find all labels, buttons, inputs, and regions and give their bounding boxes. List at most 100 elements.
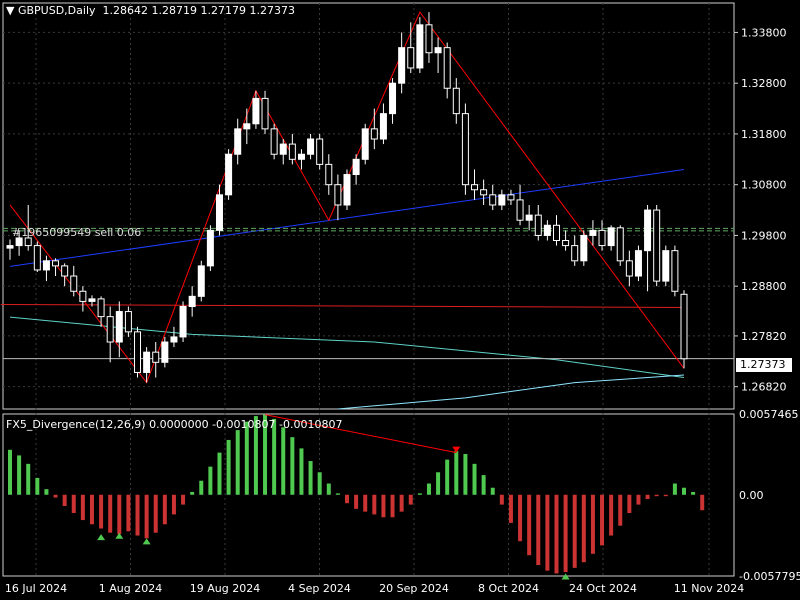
oscillator-bar <box>463 454 468 495</box>
oscillator-bar <box>399 494 404 512</box>
price-tick-label: 1.33800 <box>741 26 787 39</box>
oscillator-bar <box>408 494 413 505</box>
oscillator-bar <box>490 487 495 495</box>
candle-body <box>680 293 688 360</box>
candle-body <box>370 128 378 140</box>
oscillator-bar <box>654 494 659 497</box>
candle-body <box>297 153 305 160</box>
ohlc-values: 1.28642 1.28719 1.27179 1.27373 <box>102 4 295 17</box>
candle-body <box>270 128 278 155</box>
oscillator-bar <box>581 494 586 563</box>
oscillator-bar <box>545 494 550 571</box>
oscillator-bar <box>600 494 605 546</box>
order-label: #1965099549 sell 0.06 <box>12 226 142 239</box>
indicator-label: FX5_Divergence(12,26,9) 0.0000000 -0.001… <box>6 418 343 431</box>
current-price-tag: 1.27373 <box>736 358 792 372</box>
candle-body <box>507 194 515 201</box>
candle-body <box>70 275 78 292</box>
oscillator-bar <box>508 494 513 523</box>
oscillator-bar <box>290 437 295 495</box>
oscillator-bar <box>308 461 313 495</box>
candle-body <box>589 229 597 236</box>
price-tick-label: 1.28800 <box>741 280 787 293</box>
oscillator-bar <box>381 494 386 518</box>
candle-body <box>97 298 105 318</box>
oscillator-bar <box>454 451 459 495</box>
oscillator-bar <box>354 494 359 509</box>
oscillator-bar <box>554 494 559 574</box>
candle-body <box>452 87 460 115</box>
candle-body <box>206 229 214 267</box>
dropdown-triangle-icon[interactable]: ▼ <box>6 4 14 17</box>
candle-body <box>197 265 205 297</box>
candle-body <box>152 351 160 363</box>
oscillator-bar <box>8 449 12 495</box>
candle-body <box>170 336 178 343</box>
time-tick-label: 8 Oct 2024 <box>478 582 539 595</box>
oscillator-bar <box>527 494 532 556</box>
candle-body <box>671 250 679 292</box>
oscillator-bar <box>17 455 22 495</box>
oscillator-bar <box>281 427 286 495</box>
candle-body <box>234 128 242 155</box>
candle-body <box>307 138 315 155</box>
candle-body <box>179 305 187 338</box>
candle-body <box>343 174 351 206</box>
oscillator-bar <box>682 487 686 495</box>
chart-header: ▼ GBPUSD,Daily 1.28642 1.28719 1.27179 1… <box>6 4 295 17</box>
candle-body <box>552 224 560 242</box>
oscillator-bar <box>572 494 577 568</box>
oscillator-bar <box>226 439 231 495</box>
candle-body <box>489 194 497 206</box>
oscillator-bar <box>190 491 195 495</box>
candle-body <box>115 311 123 343</box>
oscillator-bar <box>691 491 696 495</box>
candle-body <box>288 143 296 160</box>
candle-body <box>662 250 670 282</box>
candle-body <box>188 295 196 307</box>
indicator-level-label: 0.0057465 <box>739 408 799 421</box>
candle-body <box>124 311 132 333</box>
candle-body <box>407 47 415 69</box>
candle-body <box>225 153 233 196</box>
oscillator-bar <box>99 494 104 529</box>
candle-body <box>516 199 524 221</box>
oscillator-bar <box>481 475 486 495</box>
price-tick-label: 1.31800 <box>741 128 787 141</box>
candle-body <box>607 227 615 247</box>
oscillator-bar <box>536 494 541 566</box>
candle-body <box>443 47 451 89</box>
candle-body <box>215 194 223 231</box>
candle-body <box>79 290 87 302</box>
oscillator-bar <box>53 494 58 498</box>
candle-body <box>106 316 114 343</box>
candle-body <box>525 214 533 221</box>
oscillator-bar <box>135 494 140 536</box>
oscillator-bar <box>590 494 595 554</box>
oscillator-bar <box>345 494 349 504</box>
oscillator-bar <box>171 494 176 515</box>
time-tick-label: 20 Sep 2024 <box>379 582 449 595</box>
oscillator-bar <box>417 493 422 495</box>
price-tick-label: 1.27820 <box>741 330 787 343</box>
candle-body <box>161 341 169 363</box>
candle-body <box>480 189 488 196</box>
chart-canvas[interactable]: 1.33800 1.32800 1.31800 1.30800 1.29800 1.288… <box>0 0 800 600</box>
time-tick-label: 24 Oct 2024 <box>569 582 637 595</box>
time-tick-label: 11 Nov 2024 <box>674 582 744 595</box>
price-tick-label: 1.32800 <box>741 77 787 90</box>
candle-body <box>361 128 369 160</box>
oscillator-bar <box>335 493 340 495</box>
oscillator-bar <box>426 483 431 495</box>
oscillator-bar <box>363 494 368 512</box>
oscillator-bar <box>609 494 614 536</box>
oscillator-bar <box>636 494 641 505</box>
candle-body <box>352 158 360 176</box>
candle-body <box>634 250 642 277</box>
candle-body <box>653 209 661 282</box>
candle-body <box>571 245 579 262</box>
oscillator-bar <box>700 494 705 511</box>
oscillator-bar <box>89 494 94 525</box>
oscillator-bar <box>71 494 76 514</box>
oscillator-bar <box>299 448 304 495</box>
